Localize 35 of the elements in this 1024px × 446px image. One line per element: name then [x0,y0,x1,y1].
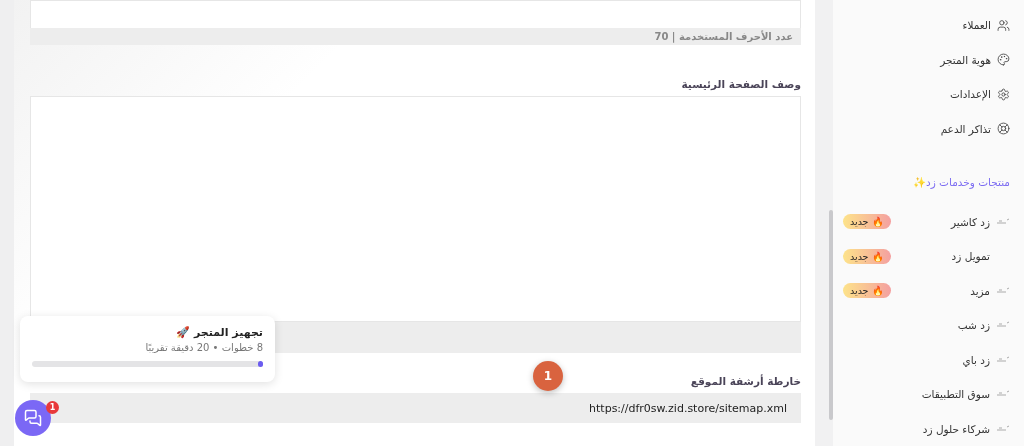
sidebar-item[interactable]: هوية المتجر [843,42,1010,77]
field-label: خارطة أرشفة الموقع [690,375,801,387]
sidebar-item[interactable]: زد كاشير 🔥 جديد [843,204,1010,240]
sidebar-item[interactable]: تمويل زد 🔥 جديد [843,239,1010,274]
sidebar-item[interactable]: مزيد 🔥 جديد [843,273,1010,309]
logo-icon [996,217,1010,226]
setup-card[interactable]: تجهيز المتجر 🚀 8 خطوات • 20 دقيقة تقريبًا [20,316,275,382]
sidebar-item[interactable]: زد شب [843,308,1010,343]
lifebuoy-icon [997,122,1010,136]
users-icon [997,18,1010,32]
section-title: منتجات وخدمات زد✨ [911,175,1010,191]
sidebar-item[interactable]: سوق التطبيقات [843,377,1010,412]
new-badge: 🔥 جديد [843,214,891,230]
logo-icon [996,321,1010,330]
card-title: تجهيز المتجر 🚀 [175,326,263,339]
logo-icon [996,390,1010,399]
sidebar-item[interactable]: زد باي [843,342,1010,378]
scrollbar[interactable] [829,210,833,420]
sidebar-item[interactable]: شركاء حلول زد [843,411,1010,446]
sidebar-item[interactable]: الإعدادات [843,76,1010,112]
card-subtitle: 8 خطوات • 20 دقيقة تقريبًا [144,342,263,353]
logo-icon [996,424,1010,433]
text-field[interactable] [30,0,801,28]
sidebar-item[interactable]: العملاء [843,8,1010,43]
palette-icon [997,53,1010,67]
description-field[interactable] [30,96,801,322]
logo-icon [996,286,1010,295]
settings-icon [997,87,1010,101]
field-label: وصف الصفحة الرئيسية [681,78,801,90]
new-badge: 🔥 جديد [843,283,891,299]
logo-icon [996,355,1010,364]
sidebar-item[interactable]: تذاكر الدعم [843,111,1010,146]
chat-icon [24,409,42,427]
new-badge: 🔥 جديد [843,248,891,264]
character-counter: عدد الأحرف المستخدمة | 70 [30,28,801,45]
